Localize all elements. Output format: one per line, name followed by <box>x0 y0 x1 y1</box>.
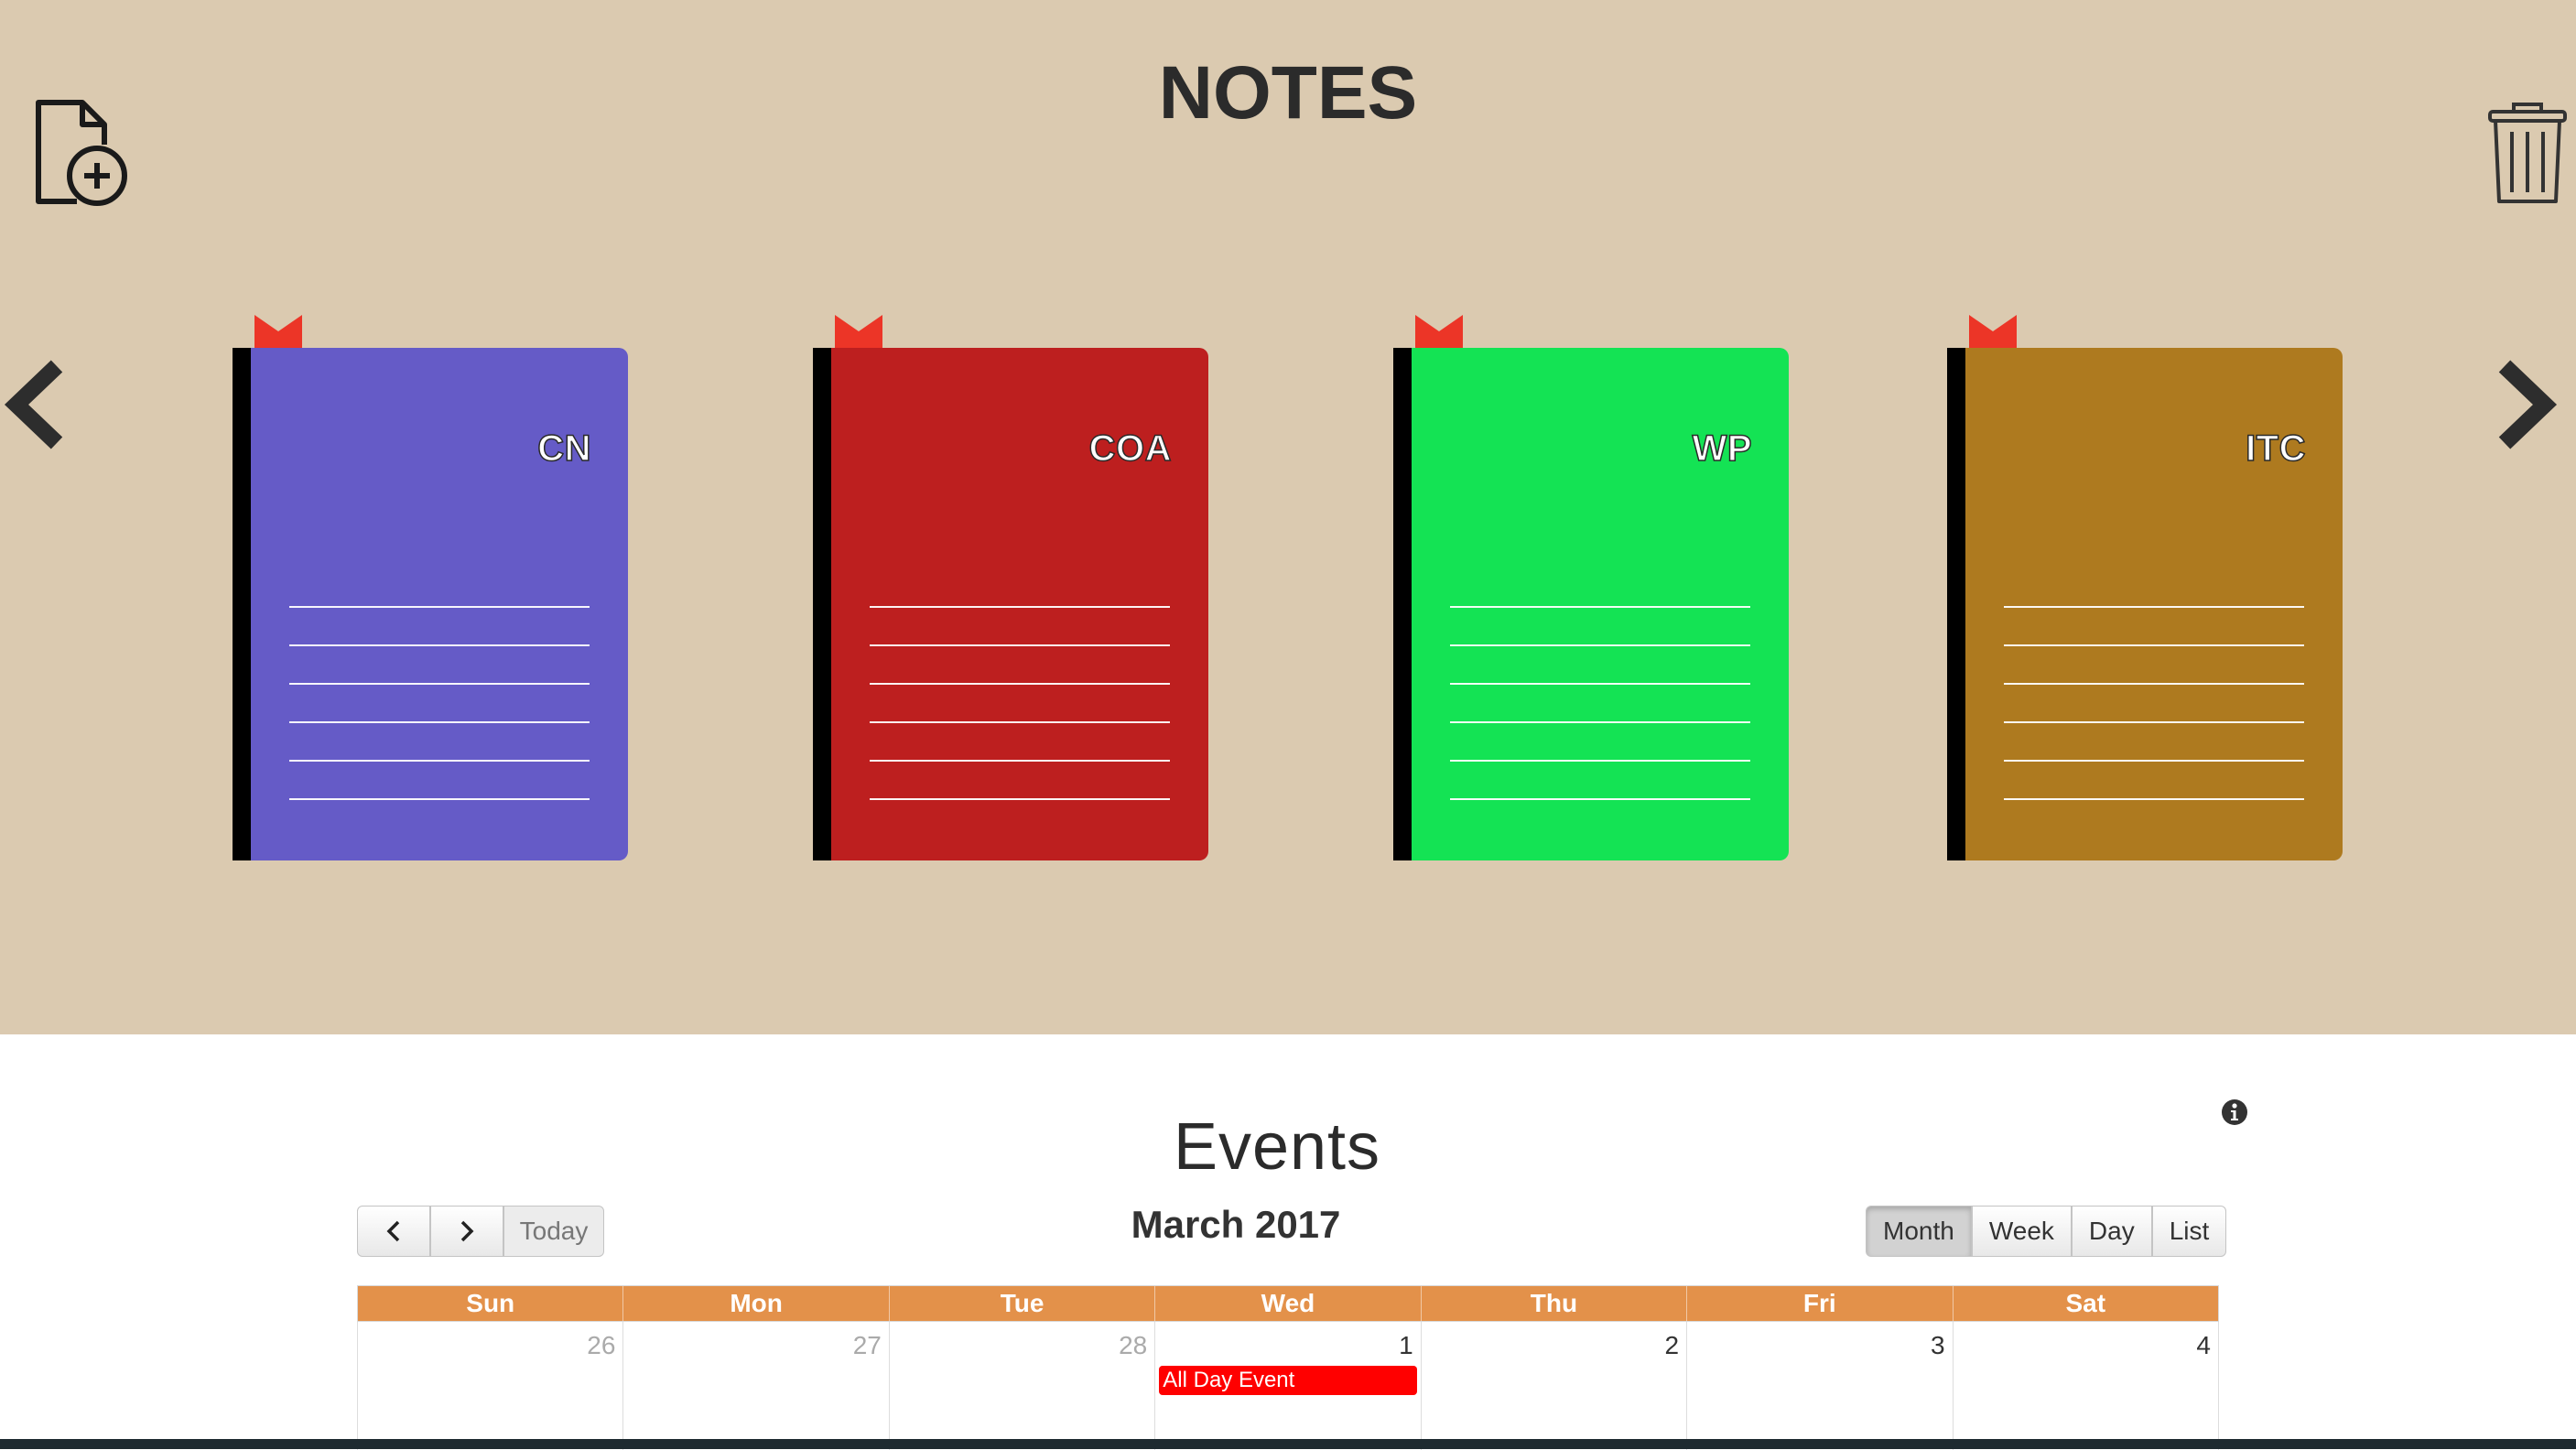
notebook-title: WP <box>1692 427 1752 470</box>
bookmark-ribbon-icon <box>254 315 302 352</box>
notebook-coa[interactable]: COA <box>813 315 1208 860</box>
calendar-grid: Sun Mon Tue Wed Thu Fri Sat 26 27 28 1 All Day Eve… <box>357 1285 2219 1450</box>
calendar-prev-button[interactable] <box>357 1206 430 1257</box>
weekday-wed: Wed <box>1155 1286 1422 1321</box>
day-cell[interactable]: 28 <box>890 1322 1156 1450</box>
notebook-cover: COA <box>813 348 1208 860</box>
day-number: 2 <box>1664 1331 1680 1359</box>
weekday-thu: Thu <box>1422 1286 1688 1321</box>
events-title: Events <box>1173 1110 1381 1184</box>
notebook-spine <box>1393 348 1412 860</box>
chevron-right-icon <box>460 1220 474 1242</box>
view-week-button[interactable]: Week <box>1971 1206 2072 1257</box>
notebook-cover: WP <box>1393 348 1789 860</box>
day-cell[interactable]: 27 <box>623 1322 890 1450</box>
view-list-button[interactable]: List <box>2151 1206 2227 1257</box>
new-note-button[interactable] <box>33 97 132 211</box>
notebook-spine <box>813 348 831 860</box>
day-cell[interactable]: 2 <box>1422 1322 1688 1450</box>
bookmark-ribbon-icon <box>1969 315 2017 352</box>
day-cell[interactable]: 1 All Day Event <box>1155 1322 1422 1450</box>
calendar-week-row: 26 27 28 1 All Day Event 2 3 4 <box>357 1322 2219 1450</box>
weekday-mon: Mon <box>623 1286 890 1321</box>
bookmark-ribbon-icon <box>1415 315 1463 352</box>
notebook-cover: ITC <box>1947 348 2343 860</box>
weekday-sun: Sun <box>358 1286 624 1321</box>
notebook-lines <box>289 606 590 837</box>
trash-icon <box>2488 103 2567 203</box>
bookmark-ribbon-icon <box>835 315 882 352</box>
notebook-wp[interactable]: WP <box>1393 315 1789 860</box>
notebook-spine <box>1947 348 1965 860</box>
calendar-event[interactable]: All Day Event <box>1159 1366 1417 1395</box>
day-number: 3 <box>1930 1331 1945 1359</box>
day-number: 27 <box>852 1331 882 1359</box>
weekday-fri: Fri <box>1687 1286 1954 1321</box>
day-number: 1 <box>1399 1331 1413 1359</box>
day-cell[interactable]: 3 <box>1687 1322 1954 1450</box>
chevron-left-icon <box>386 1220 400 1242</box>
view-day-button[interactable]: Day <box>2071 1206 2152 1257</box>
notebook-cover: CN <box>233 348 628 860</box>
view-month-button[interactable]: Month <box>1866 1206 1972 1257</box>
month-title: March 2017 <box>1131 1203 1341 1246</box>
bottom-bar <box>0 1439 2576 1449</box>
info-button[interactable] <box>2221 1098 2248 1126</box>
notebook-title: COA <box>1088 427 1172 470</box>
file-plus-icon <box>36 100 127 206</box>
notebook-title: ITC <box>2245 427 2306 470</box>
notebook-cn[interactable]: CN <box>233 315 628 860</box>
today-button[interactable]: Today <box>503 1206 604 1257</box>
notebook-title: CN <box>536 427 591 470</box>
calendar-next-button[interactable] <box>430 1206 503 1257</box>
notebook-lines <box>2004 606 2304 837</box>
previous-notebooks-button[interactable] <box>4 359 68 450</box>
weekday-sat: Sat <box>2065 1289 2106 1317</box>
trash-button[interactable] <box>2486 101 2569 207</box>
chevron-right-icon <box>2498 360 2558 449</box>
notebook-spine <box>233 348 251 860</box>
info-icon <box>2222 1099 2247 1125</box>
day-number: 4 <box>2196 1331 2211 1359</box>
day-cell[interactable]: 4 <box>1954 1322 2219 1450</box>
day-number: 28 <box>1119 1331 1148 1359</box>
view-switcher: Month Week Day List <box>1866 1206 2227 1257</box>
day-number: 26 <box>587 1331 616 1359</box>
next-notebooks-button[interactable] <box>2494 359 2558 450</box>
day-cell[interactable]: 26 <box>358 1322 624 1450</box>
notebook-lines <box>1450 606 1750 837</box>
weekday-tue: Tue <box>890 1286 1156 1321</box>
calendar-nav: Today <box>357 1206 604 1257</box>
weekday-header: Sun Mon Tue Wed Thu Fri Sat <box>357 1285 2219 1322</box>
page-title: NOTES <box>1158 51 1418 135</box>
notebook-itc[interactable]: ITC <box>1947 315 2343 860</box>
chevron-left-icon <box>4 360 63 449</box>
notes-panel: NOTES CN COA WP ITC <box>0 0 2576 1034</box>
notebook-lines <box>870 606 1170 837</box>
